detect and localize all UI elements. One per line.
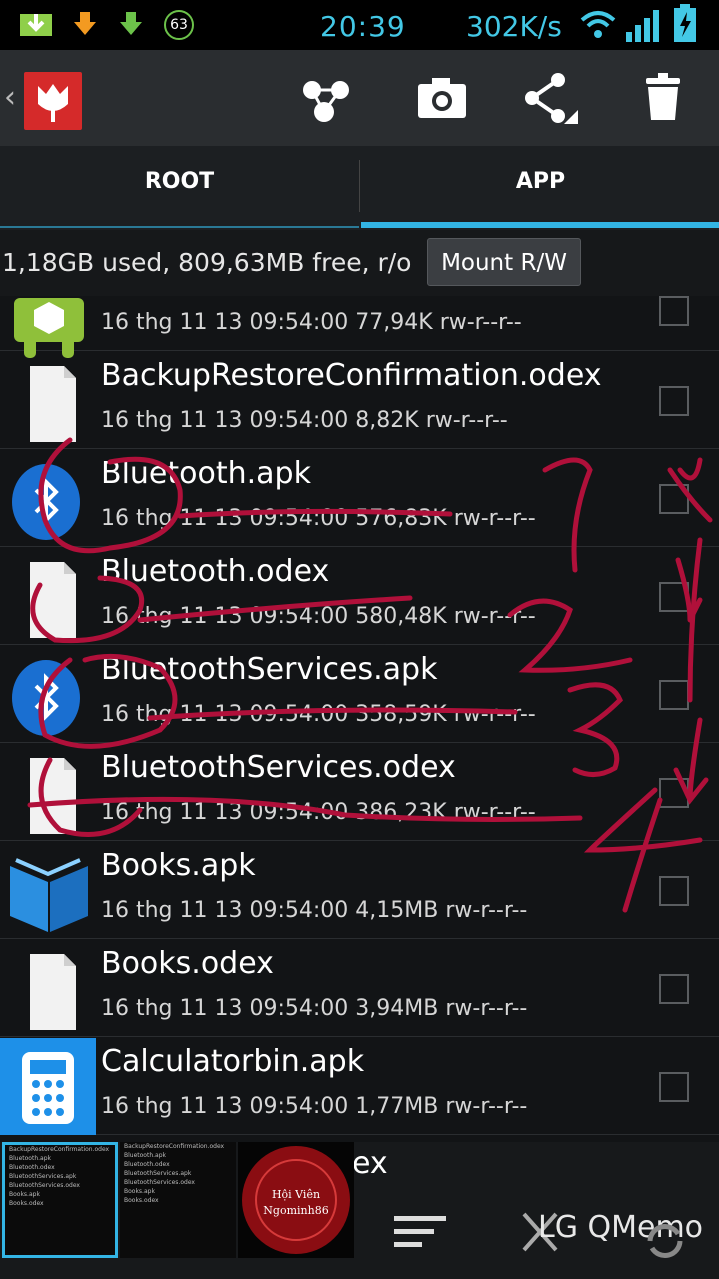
thumb-line: BluetoothServices.odex: [9, 1182, 80, 1189]
file-name: Bluetooth.odex: [101, 554, 330, 589]
app-logo[interactable]: [24, 72, 82, 130]
thumb-line: Books.odex: [9, 1200, 44, 1207]
thumb-line: BluetoothServices.apk: [124, 1170, 192, 1177]
tab-divider: [359, 160, 360, 212]
thumb-line: Bluetooth.odex: [124, 1161, 170, 1168]
file-row[interactable]: Books.apk 16 thg 11 13 09:54:00 4,15MB r…: [0, 842, 719, 939]
tab-bar: ROOT APP: [0, 146, 719, 230]
file-icon: [30, 562, 76, 638]
file-row[interactable]: Bluetooth.odex 16 thg 11 13 09:54:00 580…: [0, 548, 719, 645]
thumbnail-selected[interactable]: BackupRestoreConfirmation.odex Bluetooth…: [2, 1142, 118, 1258]
thumb-line: Bluetooth.odex: [9, 1164, 55, 1171]
tulip-icon: [38, 84, 68, 122]
row-checkbox[interactable]: [659, 582, 689, 612]
back-chevron-icon[interactable]: ‹: [4, 80, 16, 115]
row-checkbox[interactable]: [659, 484, 689, 514]
status-bar: 63 20:39 302K/s: [0, 0, 719, 50]
file-row[interactable]: 16 thg 11 13 09:54:00 77,94K rw-r--r--: [0, 296, 719, 358]
file-meta: 16 thg 11 13 09:54:00 580,48K rw-r--r--: [101, 604, 536, 629]
file-meta: 16 thg 11 13 09:54:00 77,94K rw-r--r--: [101, 310, 522, 335]
thumb-line: BackupRestoreConfirmation.odex: [124, 1143, 225, 1150]
camera-icon[interactable]: [412, 68, 472, 128]
thumb-line: Books.odex: [124, 1197, 159, 1204]
thumb-line: BluetoothServices.apk: [9, 1173, 77, 1180]
file-row[interactable]: Books.odex 16 thg 11 13 09:54:00 3,94MB …: [0, 940, 719, 1037]
file-name: Calculatorbin.apk: [101, 1044, 365, 1079]
battery-level-badge: 63: [164, 10, 194, 40]
bluetooth-icon: [12, 660, 80, 736]
file-meta: 16 thg 11 13 09:54:00 8,82K rw-r--r--: [101, 408, 508, 433]
row-checkbox[interactable]: [659, 680, 689, 710]
tab-root-underline: [0, 226, 359, 228]
file-name: BluetoothServices.odex: [101, 750, 456, 785]
qmemo-bar: ex BackupRestoreConfirmation.odex Blueto…: [0, 1142, 719, 1279]
bluetooth-icon: [12, 464, 80, 540]
file-name: BackupRestoreConfirmation.odex: [101, 358, 602, 393]
thumb-line: Books.apk: [9, 1191, 40, 1198]
row-checkbox[interactable]: [659, 1072, 689, 1102]
row-checkbox[interactable]: [659, 386, 689, 416]
file-name: Bluetooth.apk: [101, 456, 311, 491]
partial-file-name: ex: [352, 1146, 388, 1181]
android-package-icon: [14, 298, 84, 358]
file-meta: 16 thg 11 13 09:54:00 4,15MB rw-r--r--: [101, 898, 528, 923]
storage-info-bar: 1,18GB used, 809,63MB free, r/o Mount R/…: [0, 230, 719, 296]
wifi-icon: [580, 11, 616, 38]
file-row[interactable]: BluetoothServices.apk 16 thg 11 13 09:54…: [0, 646, 719, 743]
menu-lines-icon[interactable]: [392, 1212, 448, 1252]
trash-icon[interactable]: [634, 68, 694, 128]
clock: 20:39: [320, 10, 406, 43]
file-meta: 16 thg 11 13 09:54:00 386,23K rw-r--r--: [101, 800, 536, 825]
file-icon: [30, 366, 76, 442]
action-bar: ‹: [0, 50, 719, 146]
thumb-line: BackupRestoreConfirmation.odex: [9, 1146, 110, 1153]
file-row[interactable]: Calculatorbin.apk 16 thg 11 13 09:54:00 …: [0, 1038, 719, 1135]
file-icon: [30, 758, 76, 834]
share-icon[interactable]: [520, 68, 580, 128]
file-meta: 16 thg 11 13 09:54:00 3,94MB rw-r--r--: [101, 996, 528, 1021]
row-checkbox[interactable]: [659, 778, 689, 808]
file-row[interactable]: BackupRestoreConfirmation.odex 16 thg 11…: [0, 352, 719, 449]
file-list: 16 thg 11 13 09:54:00 77,94K rw-r--r-- B…: [0, 296, 719, 1142]
file-meta: 16 thg 11 13 09:54:00 576,83K rw-r--r--: [101, 506, 536, 531]
row-checkbox[interactable]: [659, 974, 689, 1004]
signal-icon: [626, 10, 659, 42]
tab-app-indicator: [361, 222, 719, 228]
thumb-line: Bluetooth.apk: [124, 1152, 166, 1159]
battery-charging-icon: [674, 4, 696, 42]
download-green-icon: [120, 12, 142, 35]
row-checkbox[interactable]: [659, 296, 689, 326]
network-nodes-icon[interactable]: [296, 68, 356, 128]
file-row[interactable]: BluetoothServices.odex 16 thg 11 13 09:5…: [0, 744, 719, 841]
watermark-seal: Hội Viên Ngominh86: [242, 1146, 350, 1254]
svg-text:Ngominh86: Ngominh86: [263, 1204, 328, 1217]
rotate-icon[interactable]: [640, 1216, 690, 1266]
file-name: BluetoothServices.apk: [101, 652, 438, 687]
books-icon: [10, 858, 88, 932]
watermark-thumbnail[interactable]: Hội Viên Ngominh86: [238, 1142, 354, 1258]
download-icon: [20, 14, 52, 36]
file-name: Books.apk: [101, 848, 256, 883]
thumb-line: Bluetooth.apk: [9, 1155, 51, 1162]
row-checkbox[interactable]: [659, 876, 689, 906]
network-speed: 302K/s: [466, 10, 562, 43]
file-meta: 16 thg 11 13 09:54:00 358,59K rw-r--r--: [101, 702, 536, 727]
storage-info-text: 1,18GB used, 809,63MB free, r/o: [2, 248, 412, 277]
file-icon: [30, 954, 76, 1030]
calculator-icon: [22, 1052, 74, 1124]
mount-rw-button[interactable]: Mount R/W: [427, 238, 581, 286]
file-name: Books.odex: [101, 946, 274, 981]
file-meta: 16 thg 11 13 09:54:00 1,77MB rw-r--r--: [101, 1094, 528, 1119]
thumb-line: Books.apk: [124, 1188, 155, 1195]
tab-root[interactable]: ROOT: [0, 146, 359, 230]
thumb-line: BluetoothServices.odex: [124, 1179, 195, 1186]
thumbnail[interactable]: BackupRestoreConfirmation.odex Bluetooth…: [120, 1142, 236, 1258]
svg-text:Hội Viên: Hội Viên: [272, 1188, 320, 1201]
file-row[interactable]: Bluetooth.apk 16 thg 11 13 09:54:00 576,…: [0, 450, 719, 547]
tab-app[interactable]: APP: [361, 146, 719, 230]
download-orange-icon: [74, 12, 96, 35]
